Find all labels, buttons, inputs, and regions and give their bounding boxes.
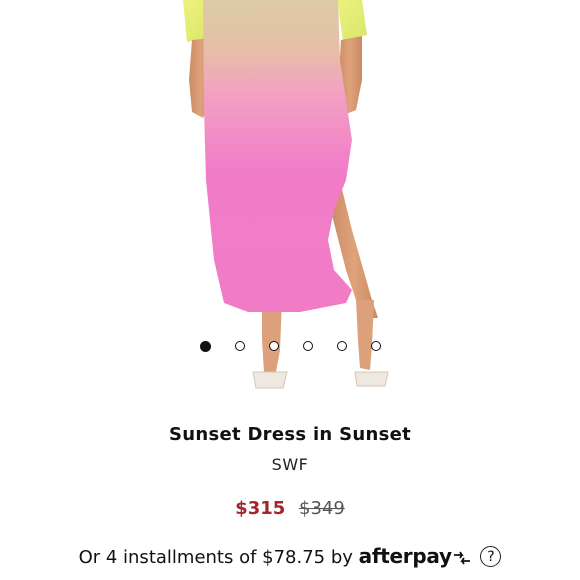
carousel-dot[interactable] (199, 340, 211, 352)
afterpay-arrows-icon (452, 549, 472, 570)
carousel-dot[interactable] (370, 341, 381, 351)
original-price: $349 (299, 498, 345, 519)
product-name: Sunset Dress in Sunset (168, 424, 412, 445)
carousel-dot[interactable] (234, 341, 245, 351)
carousel-dot[interactable] (268, 341, 279, 351)
carousel-dot[interactable] (336, 341, 347, 351)
sale-price: $315 (235, 498, 286, 519)
carousel-dot[interactable] (302, 341, 313, 351)
brand-name[interactable]: SWF (0, 455, 580, 474)
help-icon[interactable]: ? (480, 546, 502, 567)
afterpay-logo: afterpay (358, 544, 452, 568)
price-row: $315 $349 (0, 498, 580, 519)
installments-text: Or 4 installments of $78.75 by (78, 547, 353, 568)
installments-info: Or 4 installments of $78.75 by afterpay … (0, 544, 580, 570)
carousel-indicator (0, 339, 580, 353)
